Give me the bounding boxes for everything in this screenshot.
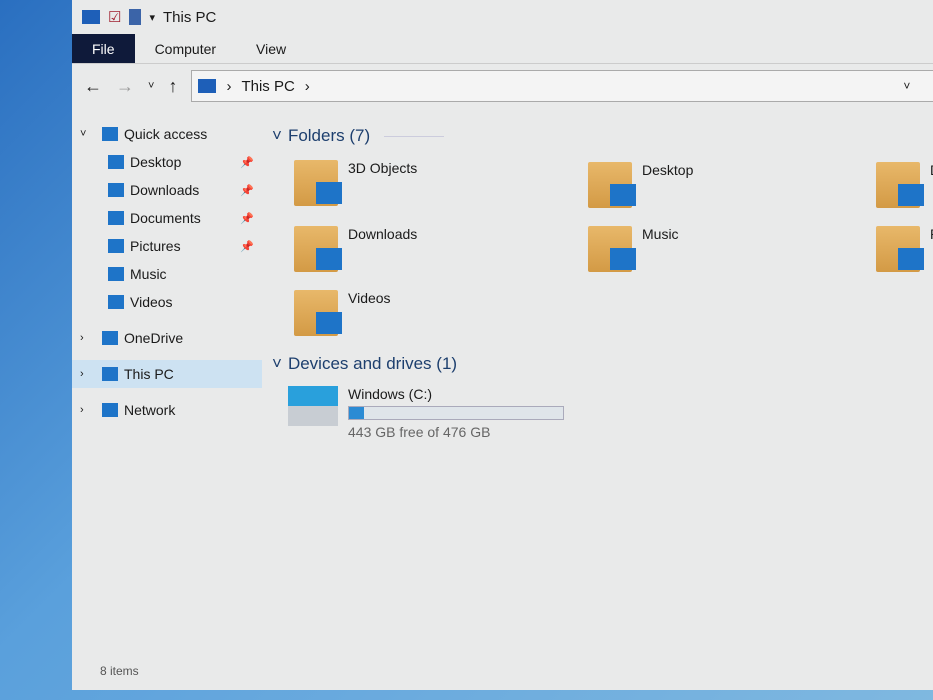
address-bar[interactable]: › This PC › ˅ ↻: [191, 70, 933, 102]
sidebar-item-desktop[interactable]: Desktop 📌: [72, 148, 262, 176]
document-icon: [108, 211, 124, 225]
content-pane: ˅Folders (7) 3D Objects Desktop D Downloads…: [262, 120, 933, 690]
chevron-down-icon[interactable]: ˅: [80, 128, 96, 140]
sidebar-item-documents[interactable]: Documents 📌: [72, 204, 262, 232]
sidebar-item-downloads[interactable]: Downloads 📌: [72, 176, 262, 204]
folder-downloads[interactable]: Downloads: [294, 226, 417, 272]
drives-group-header[interactable]: ˅ Devices and drives (1): [272, 354, 457, 374]
tab-view[interactable]: View: [236, 34, 306, 63]
new-folder-icon[interactable]: [129, 9, 142, 25]
sidebar-item-this-pc[interactable]: › This PC: [72, 360, 262, 388]
properties-icon[interactable]: ☑: [108, 8, 121, 26]
star-icon: [102, 127, 118, 141]
drive-usage-bar: [348, 406, 564, 420]
folder-icon: [588, 162, 636, 208]
pin-icon[interactable]: 📌: [240, 184, 254, 197]
recent-locations-button[interactable]: ˅: [148, 80, 154, 92]
sidebar-item-network[interactable]: › Network: [72, 396, 262, 424]
folder-icon: [294, 290, 342, 336]
sidebar-item-onedrive[interactable]: › OneDrive: [72, 324, 262, 352]
cloud-icon: [102, 331, 118, 345]
folder-icon: [876, 162, 924, 208]
chevron-right-icon[interactable]: ›: [80, 368, 96, 380]
forward-button[interactable]: →: [116, 76, 134, 97]
folder-d[interactable]: D: [876, 162, 933, 208]
folder-icon: [876, 226, 924, 272]
navigation-bar: ← → ˅ ↑ › This PC › ˅ ↻: [72, 64, 933, 108]
folder-p[interactable]: P: [876, 226, 933, 272]
folders-group-header[interactable]: ˅ Folders (7): [272, 126, 445, 146]
folder-desktop[interactable]: Desktop: [588, 162, 693, 208]
window-title: This PC: [162, 8, 217, 26]
status-bar-item-count: 8 items: [100, 664, 139, 678]
folder-icon: [588, 226, 636, 272]
title-bar: ☑ ▾ This PC: [72, 0, 933, 34]
pin-icon[interactable]: 📌: [240, 156, 254, 169]
download-icon: [108, 183, 124, 197]
picture-icon: [108, 239, 124, 253]
folder-icon: [294, 160, 342, 206]
drive-c[interactable]: Windows (C:) 443 GB free of 476 GB: [288, 386, 564, 440]
customize-toolbar-icon[interactable]: ▾: [149, 11, 155, 24]
network-icon: [102, 403, 118, 417]
sidebar-item-quick-access[interactable]: ˅ Quick access: [72, 120, 262, 148]
computer-icon: [82, 10, 100, 24]
navigation-pane: ˅ Quick access Desktop 📌 Downloads 📌 Documents…: [72, 120, 262, 424]
desktop-icon: [108, 155, 124, 169]
video-icon: [108, 295, 124, 309]
file-explorer-window: ☑ ▾ This PC File Computer View ← → ˅ ↑ ›…: [72, 0, 933, 690]
up-button[interactable]: ↑: [168, 76, 177, 97]
back-button[interactable]: ←: [84, 76, 102, 97]
ribbon-tabs: File Computer View: [72, 34, 933, 64]
folder-music[interactable]: Music: [588, 226, 679, 272]
computer-icon: [198, 79, 217, 93]
folder-3d-objects[interactable]: 3D Objects: [294, 160, 417, 206]
address-dropdown-button[interactable]: ˅: [903, 79, 910, 93]
chevron-right-icon[interactable]: ›: [80, 404, 96, 416]
pin-icon[interactable]: 📌: [240, 212, 254, 225]
sidebar-item-pictures[interactable]: Pictures 📌: [72, 232, 262, 260]
windows-drive-icon: [288, 386, 338, 426]
sidebar-item-music[interactable]: Music: [72, 260, 262, 288]
chevron-right-icon[interactable]: ›: [80, 332, 96, 344]
tab-file[interactable]: File: [72, 34, 135, 63]
breadcrumb-this-pc[interactable]: This PC: [241, 78, 294, 95]
tab-computer[interactable]: Computer: [135, 34, 236, 63]
folder-icon: [294, 226, 342, 272]
pin-icon[interactable]: 📌: [240, 240, 254, 253]
computer-icon: [102, 367, 118, 381]
folder-videos[interactable]: Videos: [294, 290, 391, 336]
music-icon: [108, 267, 124, 281]
sidebar-item-videos[interactable]: Videos: [72, 288, 262, 316]
